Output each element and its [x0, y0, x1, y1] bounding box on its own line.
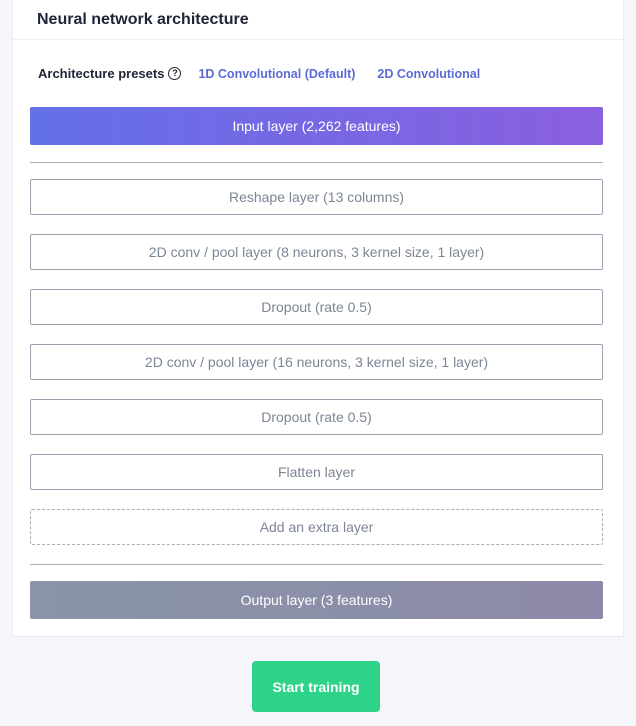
layer-dropout-1[interactable]: Dropout (rate 0.5) — [30, 289, 603, 325]
card-title: Neural network architecture — [37, 10, 249, 28]
add-extra-layer-button[interactable]: Add an extra layer — [30, 509, 603, 545]
card-header: Neural network architecture — [13, 0, 623, 40]
output-layer[interactable]: Output layer (3 features) — [30, 581, 603, 619]
architecture-presets: Architecture presets ? 1D Convolutional … — [38, 66, 480, 81]
architecture-card: Neural network architecture Architecture… — [12, 0, 624, 637]
input-layer[interactable]: Input layer (2,262 features) — [30, 107, 603, 145]
presets-label: Architecture presets — [38, 66, 165, 81]
layer-conv2d-2[interactable]: 2D conv / pool layer (16 neurons, 3 kern… — [30, 344, 603, 380]
divider — [30, 162, 603, 163]
help-icon[interactable]: ? — [168, 67, 182, 80]
layer-conv2d-1[interactable]: 2D conv / pool layer (8 neurons, 3 kerne… — [30, 234, 603, 270]
divider — [30, 564, 603, 565]
preset-2d-convolutional[interactable]: 2D Convolutional — [377, 67, 480, 81]
preset-1d-convolutional[interactable]: 1D Convolutional (Default) — [198, 67, 355, 81]
layer-flatten[interactable]: Flatten layer — [30, 454, 603, 490]
layer-reshape[interactable]: Reshape layer (13 columns) — [30, 179, 603, 215]
layer-dropout-2[interactable]: Dropout (rate 0.5) — [30, 399, 603, 435]
start-training-button[interactable]: Start training — [252, 661, 380, 712]
